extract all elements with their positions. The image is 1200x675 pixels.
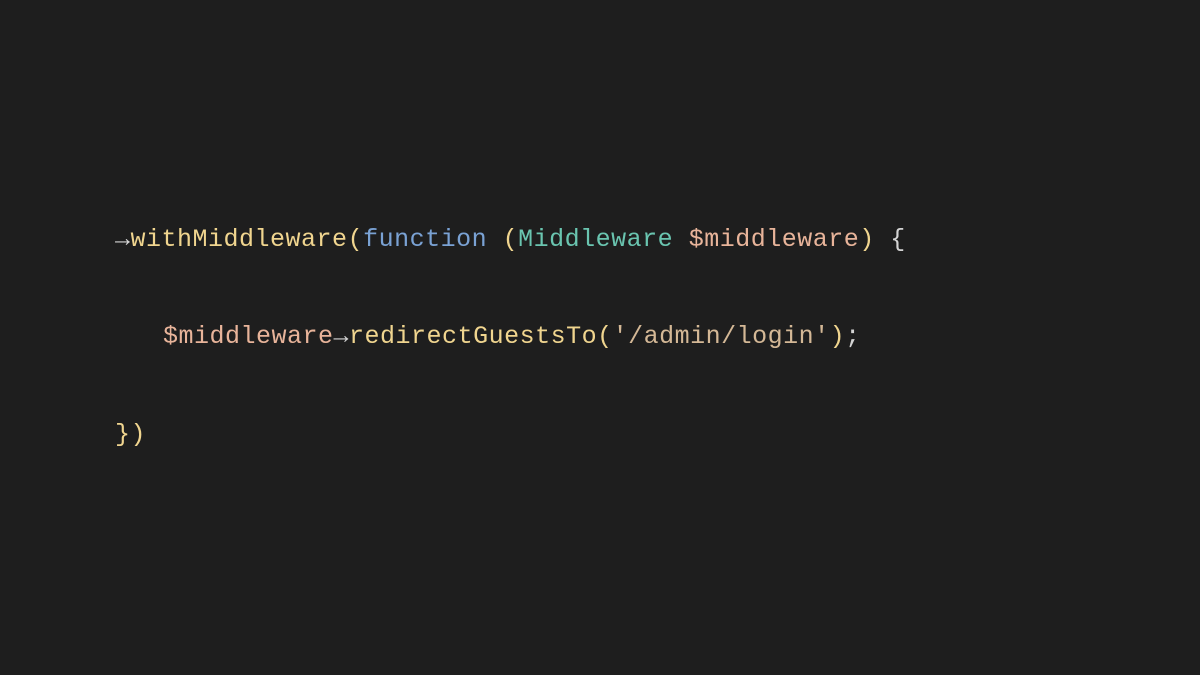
semicolon: ; bbox=[845, 322, 861, 351]
open-brace: { bbox=[875, 225, 906, 254]
code-line-2: $middleware→redirectGuestsTo('/admin/log… bbox=[115, 313, 906, 362]
open-paren: ( bbox=[348, 225, 364, 254]
arrow-operator: → bbox=[115, 225, 131, 254]
method-name: withMiddleware bbox=[131, 225, 348, 254]
close-paren: ) bbox=[859, 225, 875, 254]
arrow-operator: → bbox=[334, 322, 350, 351]
code-line-1: →withMiddleware(function (Middleware $mi… bbox=[115, 216, 906, 265]
method-name: redirectGuestsTo bbox=[349, 322, 597, 351]
string-literal: '/admin/login' bbox=[613, 322, 830, 351]
space bbox=[673, 225, 689, 254]
code-snippet: →withMiddleware(function (Middleware $mi… bbox=[0, 167, 906, 508]
close-paren: ) bbox=[830, 322, 846, 351]
open-paren: ( bbox=[503, 225, 519, 254]
variable-name: $middleware bbox=[689, 225, 860, 254]
close-brace: } bbox=[115, 420, 131, 449]
code-line-3: }) bbox=[115, 411, 906, 460]
space bbox=[487, 225, 503, 254]
type-name: Middleware bbox=[518, 225, 673, 254]
function-keyword: function bbox=[363, 225, 487, 254]
close-paren: ) bbox=[131, 420, 147, 449]
variable-name: $middleware bbox=[163, 322, 334, 351]
open-paren: ( bbox=[597, 322, 613, 351]
